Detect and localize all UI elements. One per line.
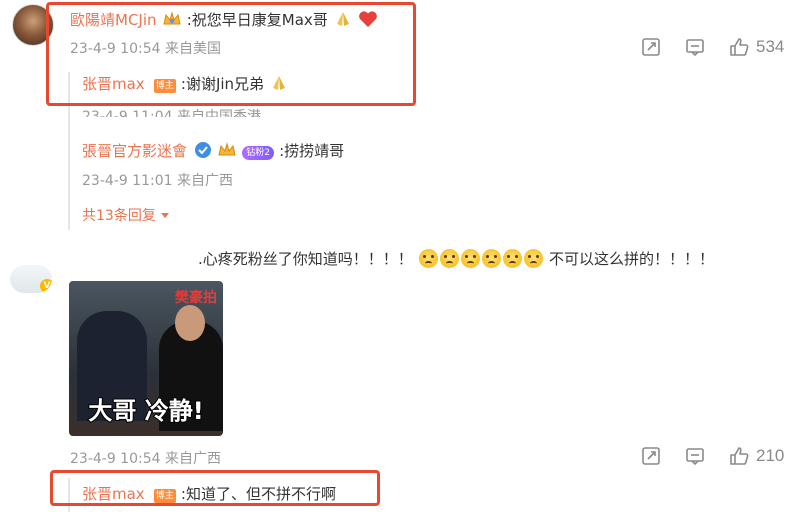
pleading-emoji-icon (439, 249, 459, 268)
pleading-emoji-icon (523, 249, 543, 268)
more-replies-label: 共13条回复 (82, 208, 156, 224)
comment-actions: 534 (618, 36, 784, 58)
image-sign-text: 樊豪拍 (175, 290, 217, 306)
dropdown-icon (161, 213, 170, 218)
like-icon[interactable] (728, 445, 750, 467)
like-count: 534 (756, 37, 785, 56)
more-replies-link[interactable]: 共13条回复 (82, 205, 170, 225)
verified-icon: V (40, 279, 52, 293)
comment-icon[interactable] (684, 445, 706, 467)
reply-username[interactable]: 張晉官方影迷會 (82, 142, 187, 160)
image-caption: 大哥 冷静! (87, 396, 204, 426)
share-icon[interactable] (640, 36, 662, 58)
pleading-emoji-icon (502, 249, 522, 268)
comment-body: .心疼死粉丝了你知道吗！！！！ 不可以这么拼的！！！！ (198, 248, 714, 269)
comment-text: .心疼死粉丝了你知道吗！！！！ (198, 250, 413, 268)
verified-icon (195, 142, 212, 158)
like-count: 210 (756, 446, 785, 465)
like-icon[interactable] (728, 36, 750, 58)
pleading-emoji-icon (418, 249, 438, 268)
comment-image[interactable]: 樊豪拍 大哥 冷静! (69, 281, 223, 436)
commenter-avatar[interactable]: V (10, 265, 52, 293)
comment-icon[interactable] (684, 36, 706, 58)
pleading-emoji-icon (481, 249, 501, 268)
reply-meta: 23-4-9 11:01 来自广西 (82, 173, 233, 189)
highlight-box (46, 2, 416, 106)
highlight-box (50, 470, 380, 506)
crown-icon (218, 142, 236, 156)
share-icon[interactable] (640, 445, 662, 467)
reply-item: 張晉官方影迷會 钻粉2 :捞捞靖哥 (82, 140, 344, 161)
comment-meta: 23-4-9 10:54 来自广西 (70, 451, 221, 467)
comment-text-cont: 不可以这么拼的！！！！ (548, 250, 714, 268)
pleading-emoji-icon (460, 249, 480, 268)
image-figure (175, 305, 205, 341)
comment-actions: 210 (618, 445, 784, 467)
reply-text: :捞捞靖哥 (279, 142, 345, 160)
fan-level-tag: 钻粉2 (242, 146, 275, 160)
